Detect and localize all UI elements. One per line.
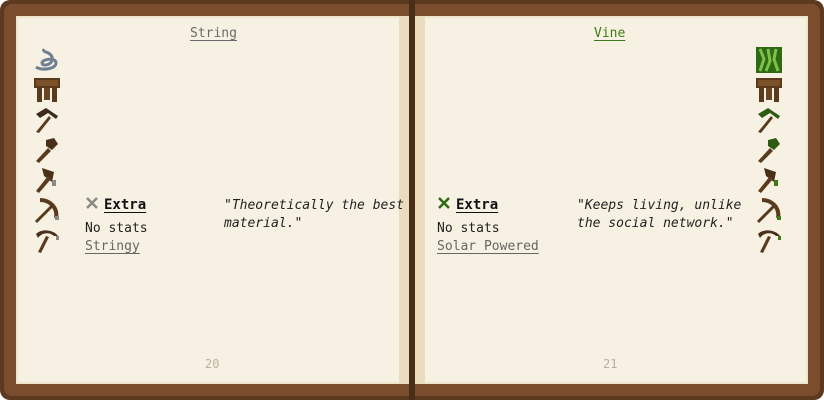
tool-rod-icon[interactable]: [32, 76, 62, 104]
axe-head-icon[interactable]: [754, 166, 784, 194]
page-title[interactable]: Vine: [594, 26, 625, 41]
vine-icon[interactable]: [754, 46, 784, 74]
flavor-quote: "Keeps living, unlike the social network…: [577, 198, 742, 231]
modifier-heading: Extra: [438, 197, 498, 213]
book: String Extra No stats Stringy "Theoretic: [0, 0, 824, 400]
part-icons-left: [32, 46, 66, 256]
hammer-head-icon[interactable]: [32, 136, 62, 164]
axe-head-icon[interactable]: [32, 166, 62, 194]
pickaxe-head-icon[interactable]: [32, 106, 62, 134]
bow-limb-icon[interactable]: [754, 196, 784, 224]
cross-icon: [86, 197, 98, 213]
book-spine: [409, 0, 415, 400]
bow-limb-icon[interactable]: [32, 196, 62, 224]
part-icons-right: [754, 46, 788, 256]
page-title[interactable]: String: [190, 26, 237, 41]
scythe-blade-icon[interactable]: [32, 226, 62, 254]
page-number: 20: [205, 357, 220, 371]
page-number: 21: [603, 357, 618, 371]
modifier-label[interactable]: Extra: [456, 197, 498, 213]
flavor-quote: "Theoretically the best material.": [224, 198, 405, 231]
cross-icon: [438, 197, 450, 213]
stats-text: No stats: [85, 221, 148, 236]
trait-link[interactable]: Solar Powered: [437, 239, 539, 254]
trait-link[interactable]: Stringy: [85, 239, 140, 254]
scythe-blade-icon[interactable]: [754, 226, 784, 254]
hammer-head-icon[interactable]: [754, 136, 784, 164]
modifier-label[interactable]: Extra: [104, 197, 146, 213]
tool-rod-icon[interactable]: [754, 76, 784, 104]
modifier-heading: Extra: [86, 197, 146, 213]
stats-text: No stats: [437, 221, 500, 236]
string-icon[interactable]: [32, 46, 62, 74]
pickaxe-head-icon[interactable]: [754, 106, 784, 134]
